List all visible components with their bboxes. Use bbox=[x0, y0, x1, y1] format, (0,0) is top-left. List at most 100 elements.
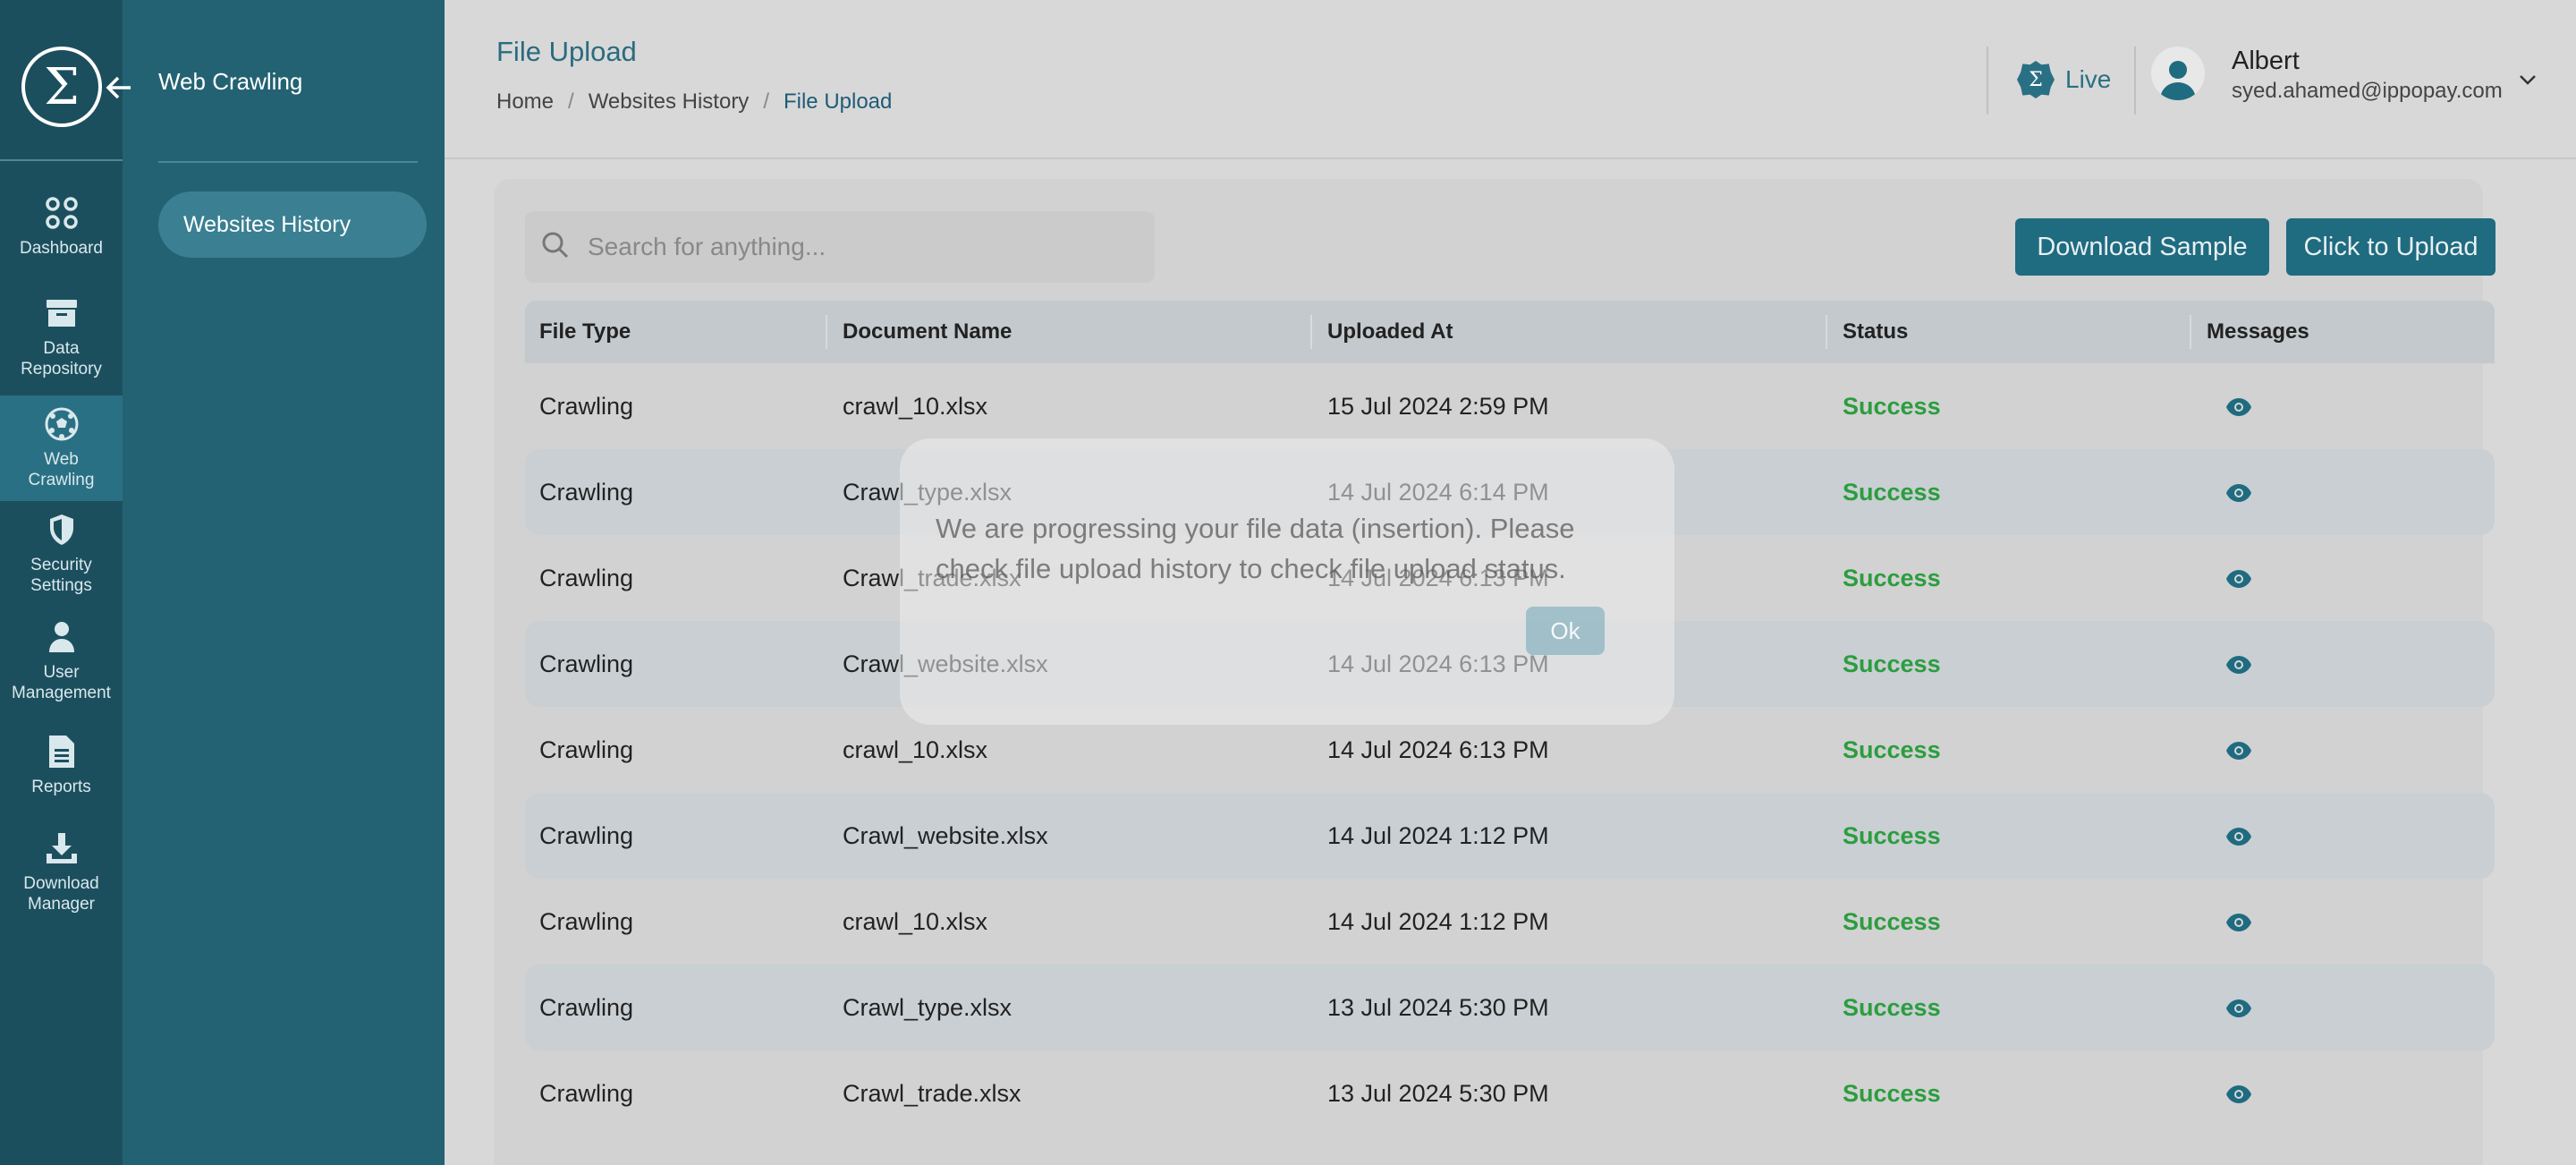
eye-icon[interactable] bbox=[2225, 739, 2252, 767]
table-row[interactable]: Crawling Crawl_type.xlsx 13 Jul 2024 5:30 … bbox=[525, 965, 2495, 1050]
eye-icon[interactable] bbox=[2225, 1083, 2252, 1110]
column-separator bbox=[2190, 315, 2191, 349]
cell-document-name: crawl_10.xlsx bbox=[843, 907, 988, 935]
breadcrumb-current: File Upload bbox=[783, 89, 893, 114]
status-badge: Success bbox=[1843, 821, 1941, 849]
cell-file-type: Crawling bbox=[539, 392, 634, 420]
status-badge: Success bbox=[1843, 1079, 1941, 1107]
rail-item-label: User Management bbox=[12, 663, 111, 702]
cell-uploaded-at: 15 Jul 2024 2:59 PM bbox=[1327, 392, 1549, 420]
dialog-message: We are progressing your file data (inser… bbox=[936, 513, 1575, 584]
cell-file-type: Crawling bbox=[539, 1079, 634, 1107]
status-badge: Success bbox=[1843, 564, 1941, 591]
rail-item-data-repository[interactable]: Data Repository bbox=[0, 295, 123, 379]
sidebar-item-websites-history[interactable]: Websites History bbox=[158, 191, 427, 258]
status-badge: Success bbox=[1843, 478, 1941, 506]
rail-item-label: Download Manager bbox=[23, 874, 99, 914]
column-separator bbox=[1310, 315, 1312, 349]
cell-file-type: Crawling bbox=[539, 736, 634, 763]
click-to-upload-button[interactable]: Click to Upload bbox=[2286, 218, 2496, 276]
cell-file-type: Crawling bbox=[539, 478, 634, 506]
breadcrumb-separator: / bbox=[763, 89, 769, 114]
table-row[interactable]: Crawling crawl_10.xlsx 15 Jul 2024 2:59 PM… bbox=[525, 363, 2495, 449]
rail-item-security-settings[interactable]: Security Settings bbox=[0, 512, 123, 596]
rail-item-dashboard[interactable]: Dashboard bbox=[0, 195, 123, 259]
table-row[interactable]: Crawling crawl_10.xlsx 14 Jul 2024 1:12 PM… bbox=[525, 879, 2495, 965]
column-separator bbox=[826, 315, 827, 349]
cell-uploaded-at: 13 Jul 2024 5:30 PM bbox=[1327, 993, 1549, 1021]
chevron-down-icon[interactable] bbox=[2518, 70, 2538, 89]
upload-progress-dialog: We are progressing your file data (inser… bbox=[900, 438, 1674, 725]
header-divider bbox=[1987, 47, 1988, 115]
column-header-messages[interactable]: Messages bbox=[2207, 319, 2309, 344]
top-header: File Upload Home / Websites History / Fi… bbox=[445, 0, 2576, 159]
ok-button[interactable]: Ok bbox=[1526, 607, 1605, 655]
rail-item-web-crawling[interactable]: Web Crawling bbox=[0, 395, 123, 501]
status-badge: Success bbox=[1843, 736, 1941, 763]
sidebar-title: Web Crawling bbox=[158, 68, 303, 95]
shield-icon bbox=[44, 512, 80, 548]
rail-item-label: Reports bbox=[31, 778, 91, 796]
icon-rail: Σ Dashboard Data Repository Web Crawling S… bbox=[0, 0, 123, 1165]
sub-sidebar: Web Crawling Websites History bbox=[106, 0, 445, 1165]
breadcrumb-separator: / bbox=[568, 89, 574, 114]
cell-document-name: Crawl_trade.xlsx bbox=[843, 1079, 1021, 1107]
sidebar-item-label: Websites History bbox=[183, 211, 352, 237]
search-box[interactable] bbox=[525, 211, 1155, 283]
cell-document-name: Crawl_website.xlsx bbox=[843, 821, 1048, 849]
download-icon bbox=[44, 830, 80, 866]
sidebar-divider bbox=[158, 161, 418, 163]
cell-file-type: Crawling bbox=[539, 821, 634, 849]
breadcrumb-home[interactable]: Home bbox=[496, 89, 554, 115]
status-badge: Success bbox=[1843, 392, 1941, 420]
cell-file-type: Crawling bbox=[539, 564, 634, 591]
back-arrow-icon[interactable] bbox=[103, 72, 135, 104]
live-indicator[interactable]: Σ Live bbox=[2017, 61, 2111, 98]
sigma-logo-icon[interactable]: Σ bbox=[21, 47, 102, 127]
document-icon bbox=[44, 734, 80, 770]
sigma-badge-icon: Σ bbox=[2017, 61, 2055, 98]
user-icon bbox=[44, 619, 80, 655]
page-title: File Upload bbox=[496, 36, 637, 67]
rail-item-label: Dashboard bbox=[20, 239, 103, 258]
avatar[interactable] bbox=[2151, 47, 2205, 100]
table-row[interactable]: Crawling Crawl_trade.xlsx 13 Jul 2024 5:30… bbox=[525, 1050, 2495, 1136]
eye-icon[interactable] bbox=[2225, 567, 2252, 595]
search-input[interactable] bbox=[588, 233, 1124, 261]
eye-icon[interactable] bbox=[2225, 825, 2252, 853]
grid-icon bbox=[44, 195, 80, 231]
user-email: syed.ahamed@ippopay.com bbox=[2232, 79, 2503, 103]
cell-file-type: Crawling bbox=[539, 993, 634, 1021]
soccer-ball-icon bbox=[44, 406, 80, 442]
breadcrumb-websites-history[interactable]: Websites History bbox=[589, 89, 750, 115]
eye-icon[interactable] bbox=[2225, 997, 2252, 1025]
breadcrumb: Home / Websites History / File Upload bbox=[496, 89, 892, 115]
download-sample-button[interactable]: Download Sample bbox=[2015, 218, 2269, 276]
rail-item-download-manager[interactable]: Download Manager bbox=[0, 830, 123, 914]
eye-icon[interactable] bbox=[2225, 653, 2252, 681]
column-header-status[interactable]: Status bbox=[1843, 319, 1908, 344]
live-label: Live bbox=[2065, 65, 2112, 93]
eye-icon[interactable] bbox=[2225, 911, 2252, 939]
cell-document-name: crawl_10.xlsx bbox=[843, 392, 988, 420]
search-icon bbox=[541, 231, 570, 264]
column-header-uploaded-at[interactable]: Uploaded At bbox=[1327, 319, 1453, 344]
user-name: Albert bbox=[2232, 47, 2300, 75]
cell-uploaded-at: 13 Jul 2024 5:30 PM bbox=[1327, 1079, 1549, 1107]
cell-uploaded-at: 14 Jul 2024 1:12 PM bbox=[1327, 821, 1549, 849]
column-header-file-type[interactable]: File Type bbox=[539, 319, 631, 344]
header-divider bbox=[2134, 47, 2136, 115]
rail-item-reports[interactable]: Reports bbox=[0, 734, 123, 797]
table-row[interactable]: Crawling Crawl_website.xlsx 14 Jul 2024 1:… bbox=[525, 793, 2495, 879]
column-header-document-name[interactable]: Document Name bbox=[843, 319, 1012, 344]
cell-uploaded-at: 14 Jul 2024 1:12 PM bbox=[1327, 907, 1549, 935]
column-separator bbox=[1826, 315, 1827, 349]
status-badge: Success bbox=[1843, 907, 1941, 935]
eye-icon[interactable] bbox=[2225, 395, 2252, 423]
status-badge: Success bbox=[1843, 650, 1941, 677]
rail-item-user-management[interactable]: User Management bbox=[0, 619, 123, 703]
rail-item-label: Data Repository bbox=[21, 339, 102, 378]
cell-uploaded-at: 14 Jul 2024 6:13 PM bbox=[1327, 736, 1549, 763]
eye-icon[interactable] bbox=[2225, 481, 2252, 509]
cell-file-type: Crawling bbox=[539, 907, 634, 935]
